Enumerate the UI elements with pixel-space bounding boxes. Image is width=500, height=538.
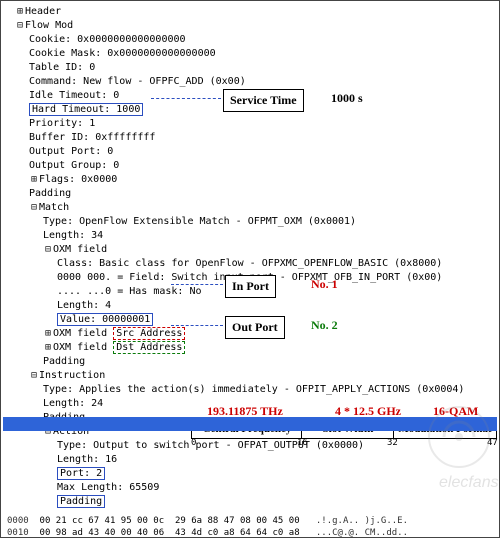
idle-timeout: Idle Timeout: 0 — [29, 90, 119, 101]
output-port: Output Port: 0 — [29, 146, 113, 157]
hard-timeout: Hard Timeout: 1000 — [29, 103, 143, 116]
action-maxlen: Max Length: 65509 — [57, 482, 159, 493]
collapse-icon[interactable]: ⊟ — [29, 369, 39, 383]
output-group: Output Group: 0 — [29, 160, 119, 171]
action-port: Port: 2 — [57, 467, 105, 480]
service-time-value: 1000 s — [331, 91, 363, 106]
instr-length: Length: 24 — [43, 398, 103, 409]
expand-icon[interactable]: ⊞ — [43, 327, 53, 341]
hex-dump: 0000 00 21 cc 67 41 95 00 0c 29 6a 88 47… — [7, 515, 493, 538]
table-id: Table ID: 0 — [29, 62, 95, 73]
inport-value: No. 1 — [311, 277, 338, 292]
outport-value: No. 2 — [311, 318, 338, 333]
collapse-icon[interactable]: ⊟ — [43, 243, 53, 257]
oxm1-class: Class: Basic class for OpenFlow - OFPXMC… — [57, 258, 442, 269]
match-length: Length: 34 — [43, 230, 103, 241]
oxm-field2[interactable]: OXM field — [53, 328, 107, 339]
tick-47: 47 — [487, 438, 498, 448]
oxm1-hasmask: .... ...0 = Has mask: No — [57, 286, 202, 297]
tick-0: 0 — [191, 438, 196, 448]
oxm1-value: Value: 00000001 — [57, 313, 153, 326]
oxm-field1[interactable]: OXM field — [53, 244, 107, 255]
action-padding: Padding — [57, 495, 105, 508]
tick-16: 16 — [297, 438, 308, 448]
collapse-icon[interactable]: ⊟ — [15, 19, 25, 33]
node-flow-mod[interactable]: Flow Mod — [25, 20, 73, 31]
buffer-id: Buffer ID: 0xffffffff — [29, 132, 155, 143]
flags[interactable]: Flags: 0x0000 — [39, 174, 117, 185]
node-instruction[interactable]: Instruction — [39, 370, 105, 381]
callout-outport: Out Port — [225, 316, 285, 339]
cookie-mask: Cookie Mask: 0x0000000000000000 — [29, 48, 216, 59]
oxm-field3[interactable]: OXM field — [53, 342, 107, 353]
match-padding: Padding — [43, 356, 85, 367]
padding1: Padding — [29, 188, 71, 199]
src-addr-tag: Src Address — [113, 327, 185, 340]
expand-icon[interactable]: ⊞ — [15, 5, 25, 19]
expand-icon[interactable]: ⊞ — [43, 341, 53, 355]
instr-type: Type: Applies the action(s) immediately … — [43, 384, 464, 395]
collapse-icon[interactable]: ⊟ — [29, 201, 39, 215]
action-type: Type: Output to switch port - OFPAT_OUTP… — [57, 440, 364, 451]
command: Command: New flow - OFPFC_ADD (0x00) — [29, 76, 246, 87]
match-type: Type: OpenFlow Extensible Match - OFPMT_… — [43, 216, 356, 227]
priority: Priority: 1 — [29, 118, 95, 129]
node-header[interactable]: Header — [25, 6, 61, 17]
dst-addr-tag: Dst Address — [113, 341, 185, 354]
tick-32: 32 — [387, 438, 398, 448]
callout-inport: In Port — [225, 275, 276, 298]
node-match[interactable]: Match — [39, 202, 69, 213]
callout-service-time: Service Time — [223, 89, 304, 112]
oxm1-length: Length: 4 — [57, 300, 111, 311]
cookie: Cookie: 0x0000000000000000 — [29, 34, 186, 45]
action-length: Length: 16 — [57, 454, 117, 465]
expand-icon[interactable]: ⊞ — [29, 173, 39, 187]
